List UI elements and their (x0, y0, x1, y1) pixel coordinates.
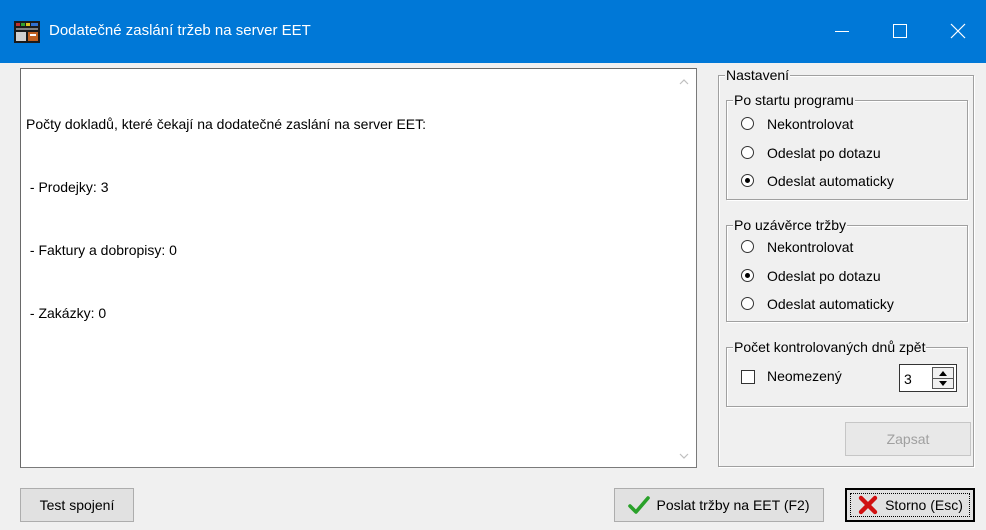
radio-label: Odeslat po dotazu (767, 145, 881, 161)
scroll-up-icon[interactable] (679, 77, 689, 87)
window-title: Dodatečné zaslání tržeb na server EET (49, 22, 311, 39)
days-back-group-label: Počet kontrolovaných dnů zpět (733, 338, 927, 356)
days-back-spinner[interactable]: 3 (899, 364, 957, 392)
memo-line: - Faktury a dobropisy: 0 (26, 242, 177, 258)
spin-down-icon[interactable] (939, 381, 947, 387)
test-connection-button[interactable]: Test spojení (20, 488, 134, 522)
spin-up-icon[interactable] (939, 370, 947, 376)
cancel-button[interactable]: Storno (Esc) (845, 488, 975, 522)
vertical-scrollbar[interactable] (674, 71, 694, 467)
after-start-group-label: Po startu programu (733, 91, 855, 109)
radio-button[interactable] (741, 297, 754, 310)
radio-label: Nekontrolovat (767, 239, 854, 255)
radio-label: Odeslat automaticky (767, 173, 894, 189)
focus-rectangle (850, 493, 970, 517)
radio-button[interactable] (741, 117, 754, 130)
memo-line: Počty dokladů, které čekají na dodatečné… (26, 116, 427, 132)
memo-line: - Zakázky: 0 (26, 305, 107, 321)
app-icon (14, 21, 40, 43)
save-button-label: Zapsat (886, 431, 930, 447)
spinner-buttons[interactable] (932, 367, 954, 389)
after-close-group: Po uzávěrce tržby Nekontrolovat Odeslat … (726, 216, 968, 322)
memo-content: Počty dokladů, které čekají na dodatečné… (26, 72, 426, 366)
radio-label: Odeslat automaticky (767, 296, 894, 312)
unlimited-checkbox-label: Neomezený (767, 368, 842, 384)
maximize-button[interactable] (872, 0, 928, 63)
days-back-group: Počet kontrolovaných dnů zpět Neomezený … (726, 338, 968, 407)
radio-label: Odeslat po dotazu (767, 268, 881, 284)
days-back-value[interactable]: 3 (904, 370, 912, 388)
test-connection-label: Test spojení (39, 497, 115, 513)
radio-button-selected[interactable] (741, 174, 754, 187)
memo-line: - Prodejky: 3 (26, 179, 109, 195)
after-close-group-label: Po uzávěrce tržby (733, 216, 848, 234)
radio-button[interactable] (741, 240, 754, 253)
scroll-down-icon[interactable] (679, 451, 689, 461)
minimize-icon (835, 31, 849, 32)
radio-label: Nekontrolovat (767, 116, 854, 132)
maximize-icon (893, 24, 907, 38)
title-bar[interactable]: Dodatečné zaslání tržeb na server EET (0, 0, 986, 63)
eet-dialog-window: Dodatečné zaslání tržeb na server EET Po… (0, 0, 986, 530)
spinner-divider (933, 378, 953, 379)
green-check-icon (628, 496, 651, 514)
pending-documents-memo[interactable]: Počty dokladů, které čekají na dodatečné… (20, 68, 697, 468)
minimize-button[interactable] (814, 0, 870, 63)
send-to-eet-button[interactable]: Poslat tržby na EET (F2) (614, 488, 824, 522)
close-icon (950, 23, 966, 39)
unlimited-checkbox[interactable] (741, 370, 755, 384)
send-to-eet-label: Poslat tržby na EET (F2) (656, 497, 810, 513)
settings-group-label: Nastavení (725, 66, 791, 84)
after-start-group: Po startu programu Nekontrolovat Odeslat… (726, 91, 968, 200)
radio-button[interactable] (741, 146, 754, 159)
close-button[interactable] (930, 0, 986, 63)
radio-button-selected[interactable] (741, 269, 754, 282)
save-button[interactable]: Zapsat (845, 422, 971, 456)
